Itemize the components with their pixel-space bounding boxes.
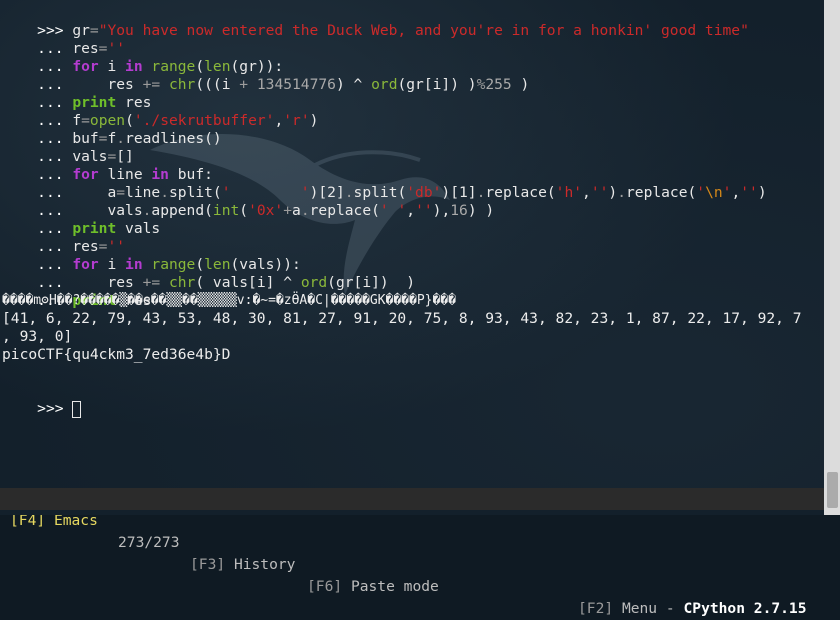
code-text: append( (151, 202, 213, 219)
code-line: ... print res (2, 274, 151, 309)
code-text: (gr[i]) ) (397, 76, 477, 93)
string-literal: '0x' (248, 202, 284, 219)
status-bar: [F4] Emacs 273/273 [F3] History [F6] Pas… (0, 488, 824, 617)
operator: ^ (283, 274, 293, 291)
operator: + (239, 76, 249, 93)
string-literal: '' (740, 184, 758, 201)
string-literal: '' (415, 202, 433, 219)
input-prompt-line[interactable]: >>> (2, 382, 82, 418)
f6-key-label: [F6] (307, 578, 343, 595)
history-label: History (233, 556, 296, 573)
code-text: readlines() (125, 130, 222, 147)
menu-label: Menu (621, 600, 658, 617)
code-line: ... for line in buf: (2, 148, 213, 183)
string-literal: ' ' (379, 202, 407, 219)
escape-sequence: \n (705, 184, 723, 201)
string-literal: "You have now entered the Duck Web, and … (98, 22, 749, 39)
code-text: ) (608, 184, 618, 201)
operator: ^ (353, 76, 363, 93)
number-literal: 255 (485, 76, 512, 93)
string-literal: ' (696, 184, 706, 201)
separator: - (665, 600, 675, 617)
code-line: ... print res (2, 76, 151, 111)
string-literal: 'r' (283, 112, 310, 129)
output-garbled-bytes: ����mʘH��?�����▒��e��▒▒��▒▒▒▒▒v:�~=�zӪA�… (2, 293, 456, 308)
code-line: ... res='' (2, 220, 125, 255)
paste-mode-label: Paste mode (350, 578, 439, 595)
string-literal: 'h' (555, 184, 583, 201)
code-text: ) ) (467, 202, 495, 219)
code-text: , (274, 112, 284, 129)
code-text: ), (432, 202, 451, 219)
code-text: ) (335, 76, 354, 93)
code-text: ) (309, 112, 319, 129)
code-line: ... res='' (2, 22, 125, 57)
code-line: ... vals=[] (2, 130, 134, 165)
code-line: ... vals.append(int('0x'+a.replace(' ','… (2, 184, 494, 219)
operator: + (283, 202, 293, 219)
operator: . (617, 184, 626, 201)
code-line: >>> gr="You have now entered the Duck We… (2, 4, 749, 39)
operator: . (300, 202, 310, 219)
paste-mode-indicator[interactable]: [F6] Paste mode (307, 576, 439, 598)
code-line: ... print vals (2, 202, 160, 237)
code-text: replace( (309, 202, 380, 219)
code-text: , (582, 184, 591, 201)
code-text: , (406, 202, 416, 219)
number-literal: 134514776 (256, 76, 336, 93)
code-line: ... a=line.split(' ')[2].split('db')[1].… (2, 166, 766, 201)
history-position: 273/273 (118, 534, 180, 551)
scrollbar-thumb[interactable] (827, 472, 838, 508)
code-line: ... res += chr(((i + 134514776) ^ ord(gr… (2, 58, 529, 93)
code-text: replace( (626, 184, 697, 201)
interpreter-version: CPython 2.7.15 (683, 600, 807, 617)
code-text: ) (511, 76, 530, 93)
code-line: ... buf=f.readlines() (2, 112, 222, 147)
code-line: ... f=open('./sekrutbuffer','r') (2, 94, 318, 129)
menu-indicator[interactable]: [F2] Menu - CPython 2.7.15 (578, 598, 807, 620)
code-text: ( vals[i] (195, 274, 284, 291)
string-literal: '' (590, 184, 609, 201)
code-text: (gr[i]) ) (327, 274, 416, 291)
code-text: , (731, 184, 741, 201)
code-line: ... for i in range(len(vals)): (2, 238, 301, 273)
code-text: ( (239, 202, 249, 219)
terminal-window[interactable]: >>> gr="You have now entered the Duck We… (0, 0, 824, 488)
builtin: chr (168, 274, 196, 291)
scrollbar-track[interactable] (824, 0, 840, 515)
builtin: ord (300, 274, 328, 291)
output-flag: picoCTF{qu4ckm3_7ed36e4b}D (2, 346, 231, 363)
output-vals-list-wrap: , 93, 0] (2, 328, 73, 345)
code-text: ) (757, 184, 767, 201)
f3-key-label: [F3] (190, 556, 226, 573)
code-text: (((i (195, 76, 240, 93)
code-line: ... res += chr( vals[i] ^ ord(gr[i]) ) (2, 256, 415, 291)
terminal-bottom-edge (0, 510, 824, 515)
identifier: a (292, 202, 301, 219)
builtin: ord (371, 76, 398, 93)
history-indicator[interactable]: [F3] History (190, 554, 295, 576)
builtin: int (212, 202, 240, 219)
prompt: >>> (37, 400, 73, 417)
code-text: replace( (485, 184, 556, 201)
output-vals-list: [41, 6, 22, 79, 43, 53, 48, 30, 81, 27, … (2, 310, 802, 327)
code-line: ... for i in range(len(gr)): (2, 40, 283, 75)
f2-key-label: [F2] (578, 600, 614, 617)
text-cursor[interactable] (72, 400, 82, 418)
builtin: chr (168, 76, 196, 93)
number-literal: 16 (450, 202, 468, 219)
